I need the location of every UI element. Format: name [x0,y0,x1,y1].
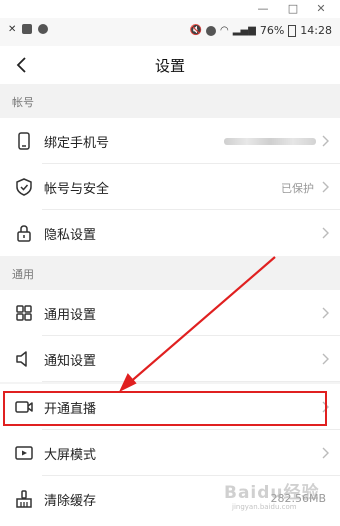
annotation-arrow [118,256,276,393]
watermark-url: jingyan.baidu.com [232,503,297,511]
watermark-logo: Baidu经验 [224,483,320,503]
